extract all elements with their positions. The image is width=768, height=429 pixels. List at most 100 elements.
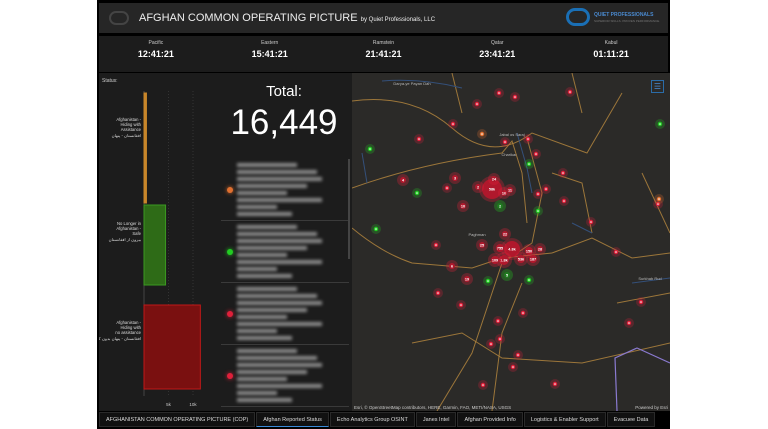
clock-zone: Qatar [491, 40, 504, 46]
clock-qatar: Qatar 23:41:21 [457, 40, 537, 72]
bar-2[interactable] [143, 304, 201, 390]
tab-2[interactable]: Echo Analytics Group OSINT [329, 412, 415, 427]
clock-time: 12:41:21 [137, 49, 174, 59]
tab-1[interactable]: Afghan Reported Status [256, 412, 329, 427]
bar-1[interactable] [143, 204, 167, 286]
cluster-count: 19 [465, 278, 469, 282]
marker-center [535, 153, 537, 155]
category-label: Afghanistan -Hiding with Assistance افغانس… [112, 117, 142, 138]
marker-center [628, 322, 630, 324]
list-item[interactable] [221, 221, 349, 283]
redacted-text [237, 308, 307, 312]
clock-kabul: Kabul 01:11:21 [571, 40, 651, 72]
marker-center [437, 292, 439, 294]
cluster-count: 755 [497, 247, 503, 251]
redacted-text [237, 191, 287, 195]
redacted-text [237, 329, 277, 333]
redacted-text [237, 363, 322, 367]
powered-by-esri[interactable]: Powered by Esri [635, 405, 668, 410]
cluster-count: 6 [451, 265, 453, 269]
marker-center [481, 133, 483, 135]
redacted-text [237, 239, 322, 243]
place-label: Jabal os Saraj [499, 132, 524, 137]
tab-5[interactable]: Logistics & Enabler Support [523, 412, 606, 427]
redacted-text [237, 253, 287, 257]
marker-center [517, 354, 519, 356]
cluster-count: 25 [480, 244, 484, 248]
redacted-text [237, 198, 322, 202]
brand-mark-icon [565, 8, 590, 26]
clock-time: 15:41:21 [251, 49, 288, 59]
marker-center [528, 163, 530, 165]
cluster-count: 4.8k [508, 248, 516, 252]
marker-center [537, 210, 539, 212]
redacted-text [237, 315, 287, 319]
tab-3[interactable]: Janes Intel [415, 412, 457, 427]
marker-center [446, 187, 448, 189]
redacted-text [237, 322, 322, 326]
map-canvas[interactable]: Darya-ye Payan Dah Jabal os Saraj Charikar… [352, 73, 670, 411]
tab-4[interactable]: Afghan Provided Info [457, 412, 523, 427]
clock-zone: Ramstein [372, 40, 395, 46]
title-text: AFGHAN COMMON OPERATING PICTURE [139, 12, 358, 24]
legend-button[interactable]: ☰ [651, 80, 664, 93]
map-attribution: Esri, © OpenStreetMap contributors, HERE… [354, 405, 512, 410]
reports-list[interactable] [221, 159, 349, 409]
redacted-text [237, 246, 307, 250]
marker-center [528, 279, 530, 281]
redacted-text [237, 212, 292, 216]
road [551, 172, 593, 234]
clock-time: 21:41:21 [365, 49, 402, 59]
place-label: Darya-ye Payan Dah [393, 81, 430, 86]
marker-center [499, 338, 501, 340]
marker-center [482, 384, 484, 386]
status-dot-icon [227, 311, 233, 317]
redacted-text [237, 384, 322, 388]
redacted-text [237, 370, 307, 374]
marker-center [497, 320, 499, 322]
redacted-text [237, 356, 317, 360]
marker-center [615, 251, 617, 253]
road [436, 262, 503, 411]
marker-center [640, 301, 642, 303]
cluster-count: 2 [477, 186, 479, 190]
list-item[interactable] [221, 283, 349, 345]
marker-center [659, 123, 661, 125]
bar-0[interactable] [143, 92, 147, 204]
cluster-count: 3 [454, 177, 456, 181]
dashboard: AFGHAN COMMON OPERATING PICTURE by Quiet… [97, 0, 670, 429]
clock-eastern: Eastern 15:41:21 [230, 40, 310, 72]
place-label: Surkhab Rud [638, 276, 661, 281]
road [411, 332, 670, 364]
marker-center [416, 192, 418, 194]
redacted-text [237, 391, 277, 395]
x-tick-label: 10k [189, 402, 197, 407]
brand-subtext: SUPERIOR SKILLS. PROVEN PERFORMANCE. [593, 18, 660, 23]
road [551, 237, 670, 259]
clock-zone: Pacific [148, 40, 164, 46]
list-item[interactable] [221, 159, 349, 221]
cluster-count: 536 [518, 258, 524, 262]
list-item[interactable] [221, 345, 349, 407]
page-title: AFGHAN COMMON OPERATING PICTURE by Quiet… [139, 12, 435, 24]
marker-center [527, 138, 529, 140]
clock-ramstein: Ramstein 21:41:21 [343, 40, 423, 72]
redacted-text [237, 301, 322, 305]
marker-center [460, 304, 462, 306]
marker-center [476, 103, 478, 105]
tab-0[interactable]: AFGHANISTAN COMMON OPERATING PICTURE (CO… [99, 412, 256, 427]
marker-center [569, 91, 571, 93]
redacted-text [237, 225, 297, 229]
brand-text: QUIET PROFESSIONALS [593, 11, 654, 18]
place-label: Charikar [501, 152, 517, 157]
road [451, 73, 463, 114]
clock-time: 23:41:21 [479, 49, 516, 59]
map[interactable]: Darya-ye Payan Dah Jabal os Saraj Charikar… [352, 73, 670, 411]
list-scrollbar[interactable] [348, 159, 350, 259]
tab-6[interactable]: Evacuee Data [606, 412, 656, 427]
cluster-count: 58k [489, 188, 496, 192]
x-tick-label: 5k [166, 402, 172, 407]
road [491, 282, 523, 411]
marker-center [522, 312, 524, 314]
marker-center [504, 141, 506, 143]
